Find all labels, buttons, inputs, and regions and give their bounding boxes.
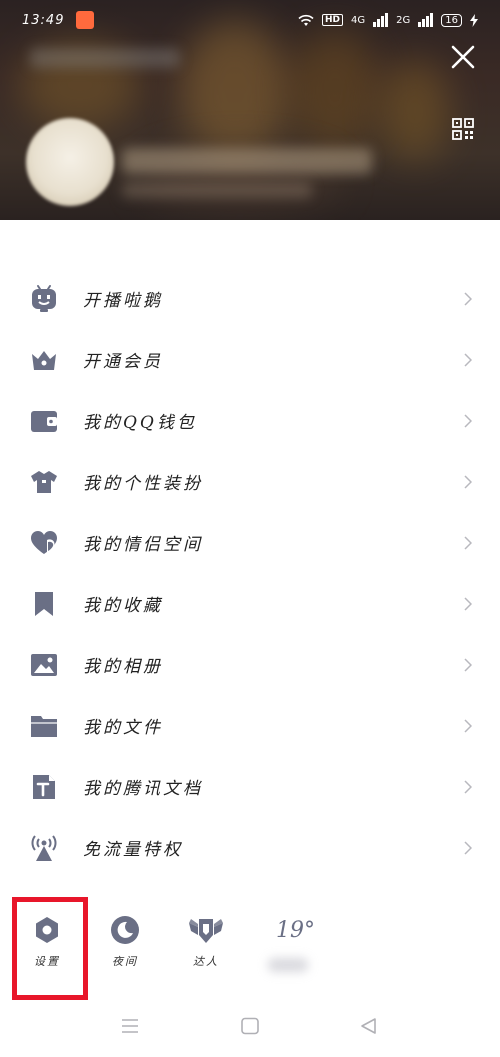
charging-bolt-icon (470, 13, 478, 27)
chevron-right-icon (464, 291, 472, 306)
network-2g-label: 2G (396, 14, 411, 26)
notification-app-icon (76, 11, 95, 29)
back-triangle-icon[interactable] (358, 1017, 378, 1035)
nickname-blurred[interactable] (122, 148, 372, 174)
menu-item-label: 开通会员 (83, 352, 163, 372)
system-navigation-bar (0, 1000, 500, 1057)
chevron-right-icon (464, 657, 472, 672)
menu-item-vip[interactable]: 开通会员 (0, 329, 500, 390)
chevron-right-icon (464, 779, 472, 794)
menu-item-album[interactable]: 我的相册 (0, 634, 500, 695)
night-mode-label: 夜间 (112, 955, 138, 968)
menu-item-files[interactable]: 我的文件 (0, 695, 500, 756)
wifi-icon (298, 14, 314, 26)
menu-item-label: 我的QQ钱包 (83, 413, 197, 433)
qr-code-icon[interactable] (452, 118, 474, 140)
weather-location-blurred (268, 958, 308, 972)
menu-item-label: 我的情侣空间 (83, 535, 203, 555)
battery-level: 16 (441, 13, 462, 27)
drawer-menu: 开播啦鹅 开通会员 我的QQ钱包 我的个性装扮 我的情侣空间 我的收藏 我的相册… (0, 268, 500, 878)
close-icon[interactable] (450, 44, 476, 70)
signature-blurred[interactable] (122, 182, 312, 198)
settings-label: 设置 (34, 955, 60, 968)
banner-background-art (180, 20, 290, 160)
home-square-icon[interactable] (240, 1017, 260, 1035)
menu-item-theme[interactable]: 我的个性装扮 (0, 451, 500, 512)
chevron-right-icon (464, 413, 472, 428)
signal-icon (373, 13, 389, 27)
chevron-right-icon (464, 596, 472, 611)
menu-item-label: 免流量特权 (83, 840, 183, 860)
settings-gear-icon (36, 917, 58, 943)
crown-icon (28, 344, 60, 376)
menu-item-couple-space[interactable]: 我的情侣空间 (0, 512, 500, 573)
hd-badge: HD (322, 14, 344, 26)
status-bar: 13:49 HD 4G 2G 16 (0, 0, 500, 40)
night-mode-button[interactable]: 夜间 (90, 915, 160, 969)
profile-banner[interactable]: 13:49 HD 4G 2G 16 (0, 0, 500, 220)
menu-item-label: 开播啦鹅 (83, 291, 163, 311)
avatar[interactable] (26, 118, 114, 206)
expert-button[interactable]: 达人 (171, 915, 241, 969)
chevron-right-icon (464, 840, 472, 855)
status-indicators: HD 4G 2G 16 (298, 13, 478, 27)
blurred-text (30, 48, 180, 68)
menu-item-favorites[interactable]: 我的收藏 (0, 573, 500, 634)
chevron-right-icon (464, 718, 472, 733)
menu-item-label: 我的收藏 (83, 596, 163, 616)
bottom-toolbar: 设置 夜间 达人 (0, 905, 500, 995)
menu-item-label: 我的文件 (83, 718, 163, 738)
chevron-right-icon (464, 352, 472, 367)
network-4g-label: 4G (351, 14, 366, 26)
menu-item-free-data[interactable]: 免流量特权 (0, 817, 500, 878)
qq-side-drawer: 13:49 HD 4G 2G 16 开播啦鹅 开通会员 我的QQ钱包 我的个性装… (0, 0, 500, 1057)
photo-icon (28, 649, 60, 681)
settings-button[interactable]: 设置 (12, 915, 82, 969)
menu-lines-icon[interactable] (120, 1017, 140, 1035)
document-icon (28, 771, 60, 803)
signal-tower-icon (28, 832, 60, 864)
live-robot-icon (28, 283, 60, 315)
heart-icon (28, 527, 60, 559)
wallet-icon (28, 405, 60, 437)
chevron-right-icon (464, 474, 472, 489)
folder-icon (28, 710, 60, 742)
menu-item-label: 我的腾讯文档 (83, 779, 203, 799)
tshirt-icon (28, 466, 60, 498)
menu-item-label: 我的个性装扮 (83, 474, 203, 494)
moon-icon (111, 916, 139, 944)
menu-item-live[interactable]: 开播啦鹅 (0, 268, 500, 329)
banner-background-art (290, 30, 380, 150)
menu-item-wallet[interactable]: 我的QQ钱包 (0, 390, 500, 451)
status-time: 13:49 (22, 12, 65, 28)
menu-item-label: 我的相册 (83, 657, 163, 677)
menu-item-tencent-docs[interactable]: 我的腾讯文档 (0, 756, 500, 817)
bookmark-icon (28, 588, 60, 620)
weather-temperature[interactable]: 19° (276, 918, 315, 943)
winged-badge-icon (189, 919, 223, 943)
banner-background-art (380, 60, 450, 160)
chevron-right-icon (464, 535, 472, 550)
signal-icon (418, 13, 434, 27)
expert-label: 达人 (193, 955, 219, 968)
